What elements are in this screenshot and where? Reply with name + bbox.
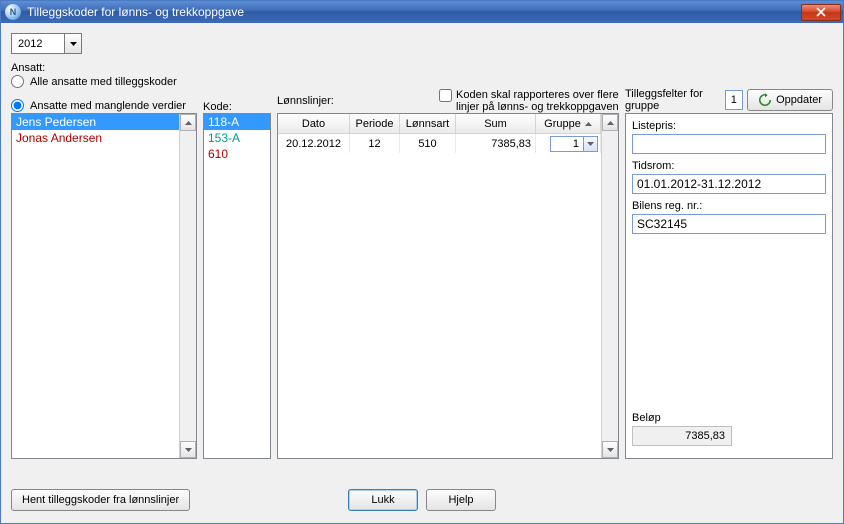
help-button[interactable]: Hjelp: [426, 489, 496, 511]
year-select[interactable]: 2012: [11, 33, 82, 54]
year-select-value: 2012: [12, 38, 64, 50]
paylines-label: Lønnslinjer:: [277, 95, 334, 107]
list-item[interactable]: Jonas Andersen: [12, 130, 179, 146]
listepris-label: Listepris:: [632, 120, 826, 132]
radio-all-employees[interactable]: [11, 75, 24, 88]
refresh-icon: [758, 93, 772, 107]
multi-line-label: Koden skal rapporteres over flere linjer…: [456, 89, 619, 113]
cell-group: 1: [536, 134, 601, 153]
radio-missing-label: Ansatte med manglende verdier: [30, 100, 186, 112]
cell-period: 12: [350, 134, 400, 153]
close-icon: [816, 7, 826, 17]
tidsrom-input[interactable]: 01.01.2012-31.12.2012: [632, 174, 826, 194]
tidsrom-label: Tidsrom:: [632, 160, 826, 172]
chevron-up-icon: [607, 121, 614, 125]
scroll-up-button[interactable]: [180, 114, 196, 131]
code-section-label: Kode:: [203, 101, 232, 113]
radio-missing-values[interactable]: [11, 99, 24, 112]
window-title: Tilleggskoder for lønns- og trekkoppgave: [27, 5, 801, 19]
list-item[interactable]: Jens Pedersen: [12, 114, 179, 130]
employee-list[interactable]: Jens Pedersen Jonas Andersen: [11, 113, 197, 459]
grid-header: Dato Periode Lønnsart Sum Gruppe: [278, 114, 601, 134]
paylines-grid[interactable]: Dato Periode Lønnsart Sum Gruppe 20.12: [277, 113, 619, 459]
close-dialog-label: Lukk: [371, 494, 394, 506]
scrollbar[interactable]: [601, 114, 618, 458]
scroll-down-button[interactable]: [180, 441, 196, 458]
col-header-sum[interactable]: Sum: [456, 114, 536, 134]
list-item[interactable]: 118-A: [204, 114, 270, 130]
scroll-up-button[interactable]: [602, 114, 618, 131]
group-select-value: 1: [550, 136, 583, 152]
help-button-label: Hjelp: [448, 494, 473, 506]
scrollbar[interactable]: [179, 114, 196, 458]
col-header-period[interactable]: Periode: [350, 114, 400, 134]
list-item[interactable]: 610: [204, 146, 270, 162]
app-icon: N: [5, 4, 21, 20]
regnr-label: Bilens reg. nr.:: [632, 200, 826, 212]
titlebar: N Tilleggskoder for lønns- og trekkoppga…: [1, 1, 843, 23]
chevron-down-icon: [607, 448, 614, 452]
listepris-input[interactable]: [632, 134, 826, 154]
list-item[interactable]: 153-A: [204, 130, 270, 146]
col-header-date[interactable]: Dato: [278, 114, 350, 134]
fetch-codes-button[interactable]: Hent tilleggskoder fra lønnslinjer: [11, 489, 190, 511]
table-row[interactable]: 20.12.2012 12 510 7385,83 1: [278, 134, 601, 153]
year-select-button[interactable]: [64, 34, 81, 53]
fetch-codes-label: Hent tilleggskoder fra lønnslinjer: [22, 494, 179, 506]
scroll-down-button[interactable]: [602, 441, 618, 458]
belop-label: Beløp: [632, 412, 826, 424]
chevron-up-icon: [185, 121, 192, 125]
chevron-down-icon: [70, 42, 77, 46]
chevron-up-icon: [585, 122, 592, 126]
chevron-down-icon: [185, 448, 192, 452]
col-header-group[interactable]: Gruppe: [536, 114, 601, 134]
col-header-paytype[interactable]: Lønnsart: [400, 114, 456, 134]
cell-sum: 7385,83: [456, 134, 536, 153]
refresh-button[interactable]: Oppdater: [747, 89, 833, 111]
radio-all-label: Alle ansatte med tilleggskoder: [30, 76, 177, 88]
employee-label: Ansatt:: [11, 62, 833, 74]
multi-line-checkbox[interactable]: [439, 89, 452, 102]
window: N Tilleggskoder for lønns- og trekkoppga…: [0, 0, 844, 524]
extra-fields-label: Tilleggsfelter for gruppe: [625, 88, 721, 112]
extra-fields-panel: Listepris: Tidsrom: 01.01.2012-31.12.201…: [625, 113, 833, 459]
cell-paytype: 510: [400, 134, 456, 153]
chevron-down-icon: [587, 142, 594, 146]
client-area: 2012 Ansatt: Alle ansatte med tilleggsko…: [1, 23, 843, 523]
code-list[interactable]: 118-A 153-A 610: [203, 113, 271, 459]
cell-date: 20.12.2012: [278, 134, 350, 153]
regnr-input[interactable]: SC32145: [632, 214, 826, 234]
group-select-button[interactable]: [583, 136, 598, 152]
close-dialog-button[interactable]: Lukk: [348, 489, 418, 511]
refresh-button-label: Oppdater: [776, 94, 822, 106]
belop-value: 7385,83: [632, 426, 732, 446]
close-button[interactable]: [801, 4, 841, 21]
group-number: 1: [725, 90, 744, 110]
